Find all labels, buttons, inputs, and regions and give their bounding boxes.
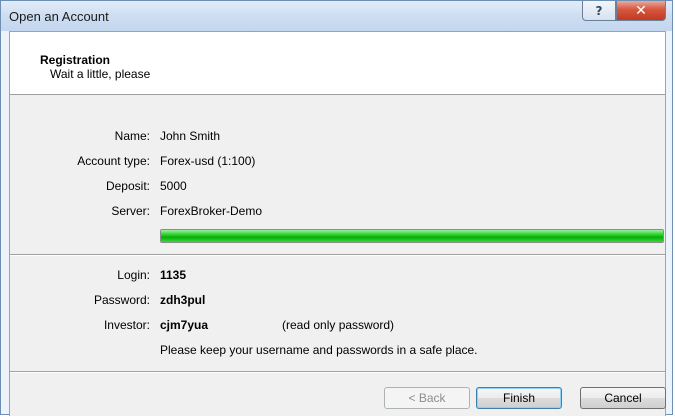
header-subtitle: Wait a little, please (50, 67, 151, 81)
wizard-header: Registration Wait a little, please (10, 32, 665, 95)
finish-button[interactable]: Finish (476, 387, 562, 409)
investor-note: (read only password) (282, 318, 395, 332)
name-label: Name: (114, 129, 150, 143)
password-value: zdh3pul (160, 293, 206, 307)
open-account-dialog: Open an Account ? ✕ Registration Wait a … (0, 0, 673, 416)
help-button[interactable]: ? (582, 1, 616, 21)
safety-note: Please keep your username and passwords … (160, 343, 478, 357)
header-title: Registration (40, 53, 111, 67)
name-value: John Smith (160, 129, 221, 143)
close-button[interactable]: ✕ (616, 1, 666, 21)
cancel-button[interactable]: Cancel (580, 387, 666, 409)
deposit-value: 5000 (160, 179, 187, 193)
account-type-label: Account type: (77, 154, 150, 168)
progress-fill (161, 230, 663, 242)
separator-bottom (10, 371, 665, 373)
server-value: ForexBroker-Demo (160, 204, 263, 218)
dialog-body: Registration Wait a little, please Name:… (9, 31, 666, 416)
separator-top (10, 254, 665, 256)
help-icon: ? (595, 3, 603, 18)
title-bar[interactable]: Open an Account ? ✕ (1, 1, 672, 31)
login-value: 1135 (160, 268, 187, 282)
account-type-value: Forex-usd (1:100) (160, 154, 256, 168)
investor-label: Investor: (103, 318, 150, 332)
login-label: Login: (117, 268, 150, 282)
investor-value: cjm7yua (160, 318, 209, 332)
registration-progress-bar (160, 229, 664, 243)
deposit-label: Deposit: (105, 179, 150, 193)
window-title: Open an Account (9, 9, 109, 24)
server-label: Server: (111, 204, 150, 218)
back-button[interactable]: < Back (384, 387, 470, 409)
password-label: Password: (93, 293, 150, 307)
close-icon: ✕ (635, 2, 647, 19)
